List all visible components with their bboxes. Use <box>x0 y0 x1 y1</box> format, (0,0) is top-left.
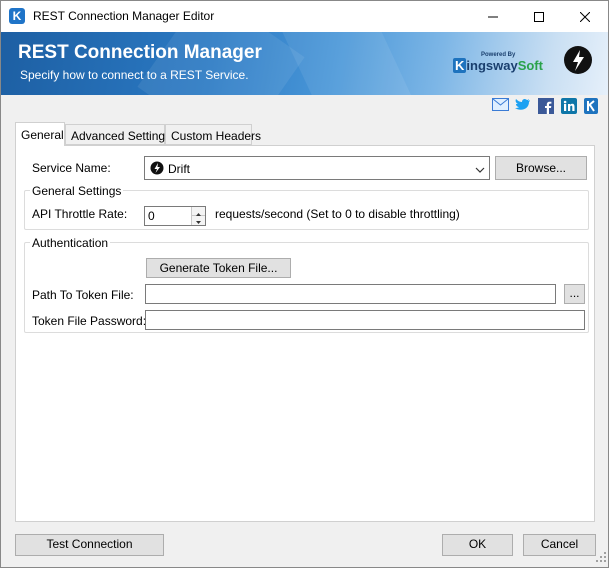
service-name-value: Drift <box>168 162 190 176</box>
maximize-button[interactable] <box>516 1 562 32</box>
tab-general[interactable]: General <box>15 122 65 146</box>
throttle-rate-stepper[interactable]: 0 <box>144 206 206 226</box>
caret-down-icon <box>196 221 201 224</box>
facebook-icon[interactable] <box>538 98 554 115</box>
authentication-legend: Authentication <box>30 236 111 250</box>
browse-token-file-button[interactable]: ... <box>564 284 585 304</box>
stepper-buttons <box>191 207 205 225</box>
close-button[interactable] <box>562 1 608 32</box>
minimize-button[interactable] <box>470 1 516 32</box>
minimize-icon <box>488 16 498 17</box>
service-name-dropdown[interactable]: Drift <box>144 156 490 180</box>
stepper-down-button[interactable] <box>192 216 205 225</box>
tab-custom-headers[interactable]: Custom Headers <box>165 124 261 145</box>
kingswaysoft-icon[interactable] <box>584 98 598 115</box>
editor-window: K REST Connection Manager Editor REST Co… <box>0 0 609 568</box>
drift-logo-icon <box>563 45 593 78</box>
browse-button[interactable]: Browse... <box>495 156 587 180</box>
ok-button[interactable]: OK <box>442 534 513 556</box>
path-to-token-input[interactable] <box>145 284 556 304</box>
stepper-up-button[interactable] <box>192 207 205 216</box>
test-connection-button[interactable]: Test Connection <box>15 534 164 556</box>
token-password-label: Token File Password: <box>32 314 147 328</box>
banner-decoration <box>275 32 417 95</box>
banner-subtitle: Specify how to connect to a REST Service… <box>20 68 249 82</box>
maximize-icon <box>534 11 544 22</box>
title-bar: K REST Connection Manager Editor <box>1 1 608 32</box>
window-title: REST Connection Manager Editor <box>33 9 215 23</box>
header-banner: REST Connection Manager Specify how to c… <box>1 32 608 95</box>
banner-title: REST Connection Manager <box>18 42 262 63</box>
drift-icon <box>150 161 164 178</box>
close-icon <box>580 11 590 22</box>
logo-wordmark: KingswaySoft <box>453 58 543 73</box>
chevron-down-icon <box>475 163 485 177</box>
cancel-button[interactable]: Cancel <box>523 534 596 556</box>
throttle-rate-label: API Throttle Rate: <box>32 207 128 221</box>
kingswaysoft-app-icon: K <box>9 8 25 24</box>
generate-token-file-button[interactable]: Generate Token File... <box>146 258 291 278</box>
mail-icon[interactable] <box>492 98 509 115</box>
resize-grip-icon[interactable] <box>596 551 606 565</box>
general-settings-legend: General Settings <box>30 184 124 198</box>
tab-advanced-settings[interactable]: Advanced Settings <box>65 124 171 145</box>
linkedin-icon[interactable] <box>561 98 577 115</box>
twitter-icon[interactable] <box>515 98 531 115</box>
path-to-token-label: Path To Token File: <box>32 288 134 302</box>
token-password-input[interactable] <box>145 310 585 330</box>
throttle-rate-value: 0 <box>148 209 155 223</box>
service-name-label: Service Name: <box>32 161 111 175</box>
throttle-hint: requests/second (Set to 0 to disable thr… <box>215 207 460 221</box>
